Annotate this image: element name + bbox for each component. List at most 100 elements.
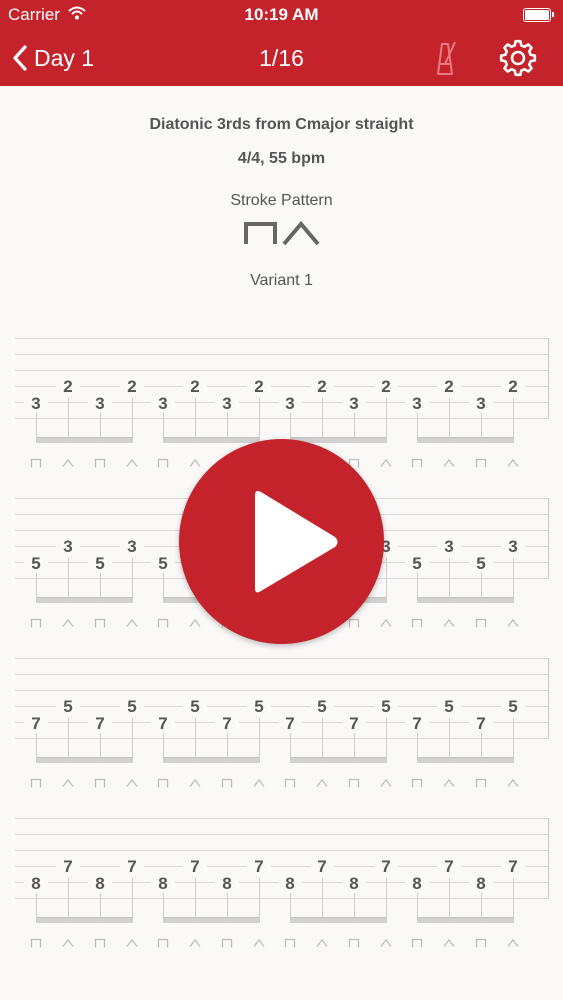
note-stem	[68, 718, 69, 761]
note-beam	[36, 917, 133, 923]
note-stem	[259, 878, 260, 921]
nav-bar: Day 1 1/16	[0, 30, 563, 86]
variant-label: Variant 1	[250, 272, 313, 289]
up-stroke-icon	[441, 455, 457, 473]
note-stem	[68, 878, 69, 921]
fret-number: 3	[437, 538, 461, 556]
fret-number: 3	[405, 395, 429, 413]
metronome-icon[interactable]	[430, 38, 460, 83]
note-beam	[417, 597, 514, 603]
note-stem	[68, 558, 69, 601]
down-stroke-icon	[28, 935, 44, 953]
staff-line	[15, 834, 549, 835]
note-stem	[132, 718, 133, 761]
up-stroke-icon	[505, 615, 521, 633]
fret-number: 5	[24, 555, 48, 573]
note-stem	[513, 718, 514, 761]
fret-number: 2	[310, 378, 334, 396]
fret-number: 2	[374, 378, 398, 396]
down-stroke-icon	[473, 455, 489, 473]
down-stroke-icon	[473, 615, 489, 633]
note-stem	[322, 398, 323, 441]
play-button[interactable]	[179, 439, 384, 644]
fret-number: 7	[501, 858, 525, 876]
fret-number: 8	[405, 875, 429, 893]
up-stroke-icon	[124, 615, 140, 633]
up-stroke-icon	[314, 935, 330, 953]
down-stroke-icon	[409, 775, 425, 793]
status-bar: Carrier 10:19 AM	[0, 0, 563, 30]
note-stem	[513, 398, 514, 441]
note-stem	[132, 398, 133, 441]
staff-line	[15, 818, 549, 819]
fret-number: 5	[437, 698, 461, 716]
note-stem	[386, 878, 387, 921]
down-stroke-icon	[28, 615, 44, 633]
fret-number: 5	[88, 555, 112, 573]
fret-number: 7	[278, 715, 302, 733]
fret-number: 5	[469, 555, 493, 573]
down-stroke-icon	[346, 775, 362, 793]
up-stroke-icon	[505, 775, 521, 793]
fret-number: 8	[469, 875, 493, 893]
fret-number: 5	[501, 698, 525, 716]
up-stroke-icon	[441, 615, 457, 633]
down-stroke-icon	[155, 775, 171, 793]
fret-number: 7	[183, 858, 207, 876]
fret-number: 7	[24, 715, 48, 733]
up-stroke-icon	[378, 775, 394, 793]
down-stroke-icon	[92, 455, 108, 473]
fret-number: 2	[120, 378, 144, 396]
up-stroke-icon	[505, 455, 521, 473]
down-stroke-icon	[28, 455, 44, 473]
up-stroke-icon	[441, 935, 457, 953]
note-beam	[36, 757, 133, 763]
staff-line	[15, 338, 549, 339]
play-icon	[255, 491, 338, 593]
fret-number: 7	[120, 858, 144, 876]
gear-icon[interactable]	[498, 38, 538, 83]
staff-line	[15, 386, 549, 387]
fret-number: 5	[374, 698, 398, 716]
fret-number: 8	[88, 875, 112, 893]
staff-line	[15, 850, 549, 851]
staff-line	[15, 690, 549, 691]
fret-number: 7	[310, 858, 334, 876]
fret-number: 7	[437, 858, 461, 876]
note-stem	[513, 558, 514, 601]
up-stroke-icon	[124, 775, 140, 793]
fret-number: 3	[469, 395, 493, 413]
note-stem	[322, 718, 323, 761]
fret-number: 5	[183, 698, 207, 716]
fret-number: 7	[374, 858, 398, 876]
up-stroke-icon	[60, 615, 76, 633]
down-stroke-icon	[155, 455, 171, 473]
fret-number: 3	[88, 395, 112, 413]
stroke-pattern	[0, 220, 563, 251]
fret-number: 5	[247, 698, 271, 716]
note-beam	[163, 917, 260, 923]
fret-number: 8	[215, 875, 239, 893]
fret-number: 2	[56, 378, 80, 396]
note-stem	[195, 718, 196, 761]
down-stroke-icon	[219, 775, 235, 793]
staff-line	[15, 674, 549, 675]
fret-number: 3	[24, 395, 48, 413]
staff-line	[15, 706, 549, 707]
up-stroke-icon	[60, 775, 76, 793]
down-stroke-icon	[92, 775, 108, 793]
tab-system: 7575757575757575	[0, 658, 563, 790]
down-stroke-icon	[473, 775, 489, 793]
up-stroke-icon	[60, 455, 76, 473]
down-stroke-icon	[409, 615, 425, 633]
fret-number: 7	[247, 858, 271, 876]
bar-line	[548, 818, 549, 898]
staff-line	[15, 370, 549, 371]
fret-number: 7	[342, 715, 366, 733]
bar-line	[548, 338, 549, 418]
note-stem	[449, 558, 450, 601]
tab-system: 8787878787878787	[0, 818, 563, 950]
fret-number: 3	[56, 538, 80, 556]
up-stroke-icon	[60, 935, 76, 953]
down-stroke-icon	[473, 935, 489, 953]
